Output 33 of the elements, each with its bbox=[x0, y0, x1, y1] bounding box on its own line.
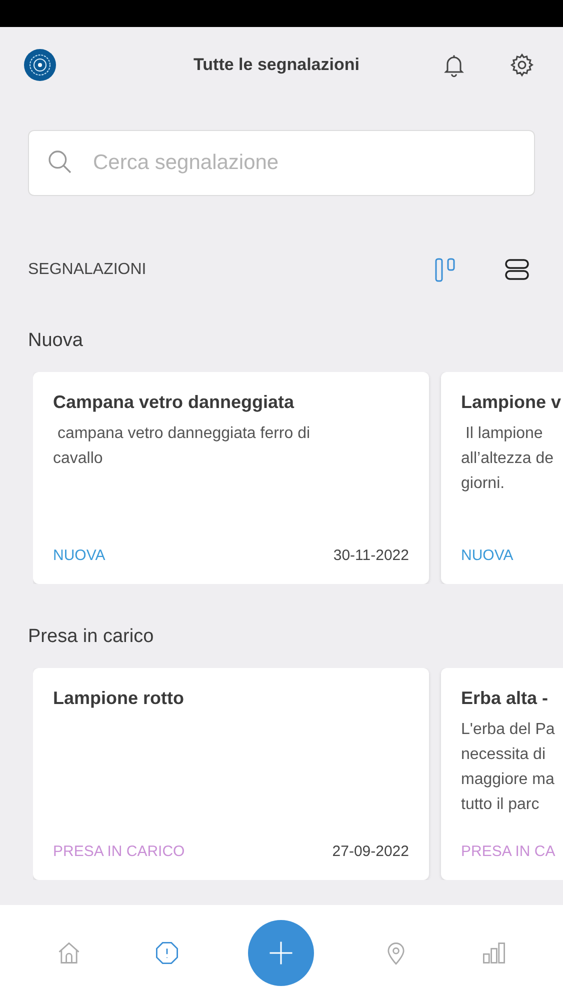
status-label: NUOVA bbox=[53, 547, 106, 564]
card-description: cavallo bbox=[53, 449, 104, 469]
card-description: giorni. bbox=[461, 474, 506, 494]
card-description: necessita di bbox=[461, 745, 546, 765]
status-label: NUOVA bbox=[461, 547, 514, 564]
report-card[interactable]: Erba alta - L'erba del Pa necessita di maggiore ma tutto il parc PRESA IN CA bbox=[441, 668, 563, 880]
status-label: PRESA IN CARICO bbox=[53, 843, 185, 860]
card-title: Erba alta - bbox=[461, 688, 550, 709]
logo-icon bbox=[24, 49, 56, 81]
card-description: Il lampione bbox=[464, 424, 544, 444]
card-date: 27-09-2022 bbox=[332, 843, 409, 860]
group-title: Nuova bbox=[28, 330, 84, 352]
page-title: Tutte le segnalazioni bbox=[192, 55, 360, 75]
report-card[interactable]: Campana vetro danneggiata campana vetro danneggiata ferro di cavallo NUOVA 30-11-2022 bbox=[33, 372, 429, 584]
card-description: maggiore ma bbox=[461, 770, 556, 790]
card-description: all’altezza de bbox=[461, 449, 554, 469]
search-field[interactable]: Cerca segnalazione bbox=[28, 130, 535, 196]
card-title: Lampione rotto bbox=[53, 688, 185, 709]
alert-icon bbox=[154, 940, 180, 966]
section-label: SEGNALAZIONI bbox=[28, 261, 146, 279]
card-date: 30-11-2022 bbox=[333, 547, 409, 564]
search-icon bbox=[46, 148, 74, 176]
stats-icon bbox=[480, 940, 507, 966]
settings-icon bbox=[509, 52, 535, 78]
status-label: PRESA IN CA bbox=[461, 843, 556, 860]
group-title: Presa in carico bbox=[28, 626, 155, 648]
card-description: tutto il parc bbox=[461, 795, 540, 815]
card-description: campana vetro danneggiata ferro di bbox=[56, 424, 312, 444]
card-description: L'erba del Pa bbox=[461, 720, 556, 740]
card-title: Campana vetro danneggiata bbox=[53, 392, 296, 413]
report-card[interactable]: Lampione rotto PRESA IN CARICO 27-09-2022 bbox=[33, 668, 429, 880]
report-card[interactable]: Lampione v Il lampione all’altezza de giorni. NUOVA bbox=[441, 372, 563, 584]
card-title: Lampione v bbox=[461, 392, 562, 413]
